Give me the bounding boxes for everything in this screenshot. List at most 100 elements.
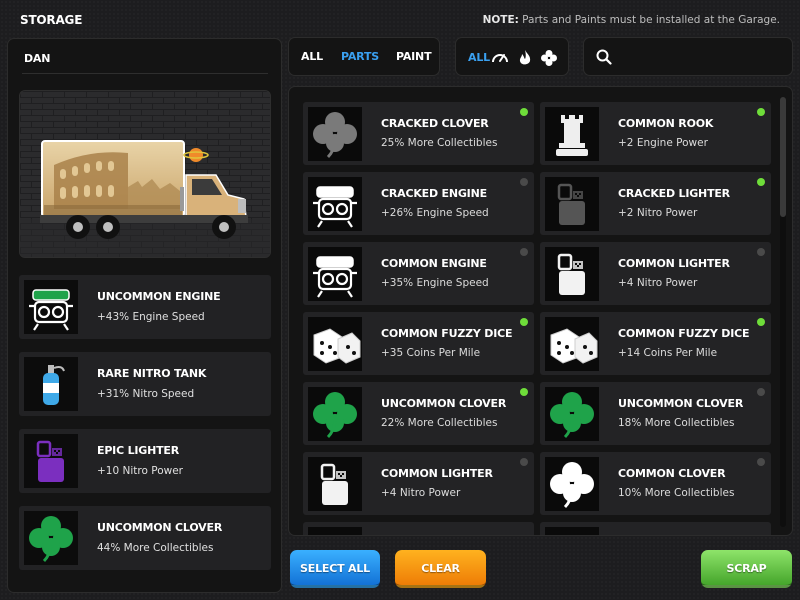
divider bbox=[22, 73, 268, 74]
search-input[interactable] bbox=[618, 46, 783, 68]
page-title: STORAGE bbox=[20, 13, 83, 27]
clover-icon bbox=[545, 457, 599, 511]
inventory-card[interactable]: UNCOMMON CLOVER 22% More Collectibles bbox=[303, 382, 534, 445]
item-desc: +14 Coins Per Mile bbox=[618, 347, 718, 359]
inventory-card[interactable] bbox=[540, 522, 771, 535]
installed-indicator bbox=[757, 248, 765, 256]
engine-icon bbox=[308, 247, 362, 301]
equipped-name: UNCOMMON ENGINE bbox=[97, 290, 221, 303]
item-desc: +26% Engine Speed bbox=[381, 207, 489, 219]
clover-icon bbox=[545, 387, 599, 441]
lighter-icon bbox=[308, 457, 362, 511]
item-desc: 22% More Collectibles bbox=[381, 417, 498, 429]
installed-indicator bbox=[520, 458, 528, 466]
clover-icon bbox=[308, 107, 362, 161]
search-icon[interactable] bbox=[596, 49, 612, 65]
item-desc: 10% More Collectibles bbox=[618, 487, 735, 499]
rook-icon bbox=[545, 107, 599, 161]
lighter-icon bbox=[24, 434, 78, 488]
inventory-card[interactable]: COMMON FUZZY DICE +14 Coins Per Mile bbox=[540, 312, 771, 375]
clear-button[interactable]: CLEAR bbox=[395, 550, 486, 588]
equipped-slot[interactable]: UNCOMMON CLOVER 44% More Collectibles bbox=[19, 506, 271, 570]
tab-paint[interactable]: PAINT bbox=[396, 50, 432, 63]
inventory-card[interactable]: COMMON LIGHTER +4 Nitro Power bbox=[303, 452, 534, 515]
clover-icon bbox=[24, 511, 78, 565]
equipped-slot[interactable]: RARE NITRO TANK +31% Nitro Speed bbox=[19, 352, 271, 416]
note-text: Parts and Paints must be installed at th… bbox=[522, 14, 780, 26]
item-desc: 25% More Collectibles bbox=[381, 137, 498, 149]
inventory-card[interactable]: COMMON LIGHTER +4 Nitro Power bbox=[540, 242, 771, 305]
equipped-desc: +43% Engine Speed bbox=[97, 311, 205, 323]
item-name: CRACKED LIGHTER bbox=[618, 187, 730, 200]
storage-note: NOTE: Parts and Paints must be installed… bbox=[483, 14, 780, 26]
flame-icon[interactable] bbox=[516, 49, 534, 67]
item-name: COMMON LIGHTER bbox=[618, 257, 730, 270]
inventory-grid: CRACKED CLOVER 25% More Collectibles COMMO… bbox=[288, 86, 793, 536]
category-tab-all[interactable]: ALL bbox=[468, 51, 490, 64]
dice-icon bbox=[308, 317, 362, 371]
truck-icon bbox=[20, 91, 270, 257]
installed-indicator bbox=[757, 388, 765, 396]
equipped-name: UNCOMMON CLOVER bbox=[97, 521, 223, 534]
select-all-button[interactable]: SELECT ALL bbox=[290, 550, 380, 588]
note-label: NOTE: bbox=[482, 14, 519, 26]
equipped-name: EPIC LIGHTER bbox=[97, 444, 179, 457]
type-filter-tabs: ALL PARTS PAINT bbox=[288, 37, 440, 76]
item-desc: +4 Nitro Power bbox=[618, 277, 698, 289]
installed-indicator bbox=[757, 178, 765, 186]
dice-icon bbox=[545, 317, 599, 371]
item-desc: 18% More Collectibles bbox=[618, 417, 735, 429]
inventory-card[interactable]: COMMON ROOK +2 Engine Power bbox=[540, 102, 771, 165]
installed-indicator bbox=[757, 318, 765, 326]
inventory-card[interactable]: COMMON FUZZY DICE +35 Coins Per Mile bbox=[303, 312, 534, 375]
vehicle-preview bbox=[19, 90, 271, 258]
item-name: UNCOMMON CLOVER bbox=[381, 397, 507, 410]
inventory-card[interactable]: UNCOMMON CLOVER 18% More Collectibles bbox=[540, 382, 771, 445]
search-box bbox=[583, 37, 793, 76]
item-desc: +2 Nitro Power bbox=[618, 207, 698, 219]
equipped-desc: +31% Nitro Speed bbox=[97, 388, 195, 400]
loadout-panel: DAN UNCOMMON ENGINE +43% Engine Speed RA… bbox=[7, 38, 282, 593]
speedometer-icon[interactable] bbox=[491, 49, 509, 67]
installed-indicator bbox=[520, 178, 528, 186]
scrap-button[interactable]: SCRAP bbox=[701, 550, 792, 588]
tab-all[interactable]: ALL bbox=[301, 50, 323, 63]
item-name: COMMON FUZZY DICE bbox=[381, 327, 513, 340]
inventory-card[interactable]: COMMON CLOVER 10% More Collectibles bbox=[540, 452, 771, 515]
equipped-slot[interactable]: EPIC LIGHTER +10 Nitro Power bbox=[19, 429, 271, 493]
engine-icon bbox=[24, 280, 78, 334]
installed-indicator bbox=[520, 248, 528, 256]
inventory-card[interactable]: COMMON ENGINE +35% Engine Speed bbox=[303, 242, 534, 305]
item-desc: +2 Engine Power bbox=[618, 137, 708, 149]
equipped-slot[interactable]: UNCOMMON ENGINE +43% Engine Speed bbox=[19, 275, 271, 339]
installed-indicator bbox=[757, 458, 765, 466]
clover-icon bbox=[308, 387, 362, 441]
tab-parts[interactable]: PARTS bbox=[341, 50, 379, 63]
scrollbar[interactable] bbox=[780, 97, 786, 527]
inventory-card[interactable]: CRACKED LIGHTER +2 Nitro Power bbox=[540, 172, 771, 235]
item-name: COMMON ROOK bbox=[618, 117, 714, 130]
equipped-desc: 44% More Collectibles bbox=[97, 542, 214, 554]
lighter-icon bbox=[545, 177, 599, 231]
scrollbar-thumb[interactable] bbox=[780, 97, 786, 217]
item-name: CRACKED ENGINE bbox=[381, 187, 487, 200]
installed-indicator bbox=[520, 318, 528, 326]
inventory-card[interactable]: CRACKED CLOVER 25% More Collectibles bbox=[303, 102, 534, 165]
item-thumbnail bbox=[545, 527, 599, 535]
equipped-desc: +10 Nitro Power bbox=[97, 465, 183, 477]
item-desc: +35% Engine Speed bbox=[381, 277, 489, 289]
item-name: COMMON LIGHTER bbox=[381, 467, 493, 480]
clover-icon[interactable] bbox=[540, 49, 558, 67]
item-name: COMMON FUZZY DICE bbox=[618, 327, 750, 340]
item-desc: +4 Nitro Power bbox=[381, 487, 461, 499]
installed-indicator bbox=[757, 108, 765, 116]
installed-indicator bbox=[520, 108, 528, 116]
inventory-card[interactable] bbox=[303, 522, 534, 535]
item-desc: +35 Coins Per Mile bbox=[381, 347, 481, 359]
item-name: COMMON ENGINE bbox=[381, 257, 487, 270]
item-name: COMMON CLOVER bbox=[618, 467, 726, 480]
inventory-card[interactable]: CRACKED ENGINE +26% Engine Speed bbox=[303, 172, 534, 235]
installed-indicator bbox=[520, 388, 528, 396]
item-name: UNCOMMON CLOVER bbox=[618, 397, 744, 410]
equipped-name: RARE NITRO TANK bbox=[97, 367, 207, 380]
